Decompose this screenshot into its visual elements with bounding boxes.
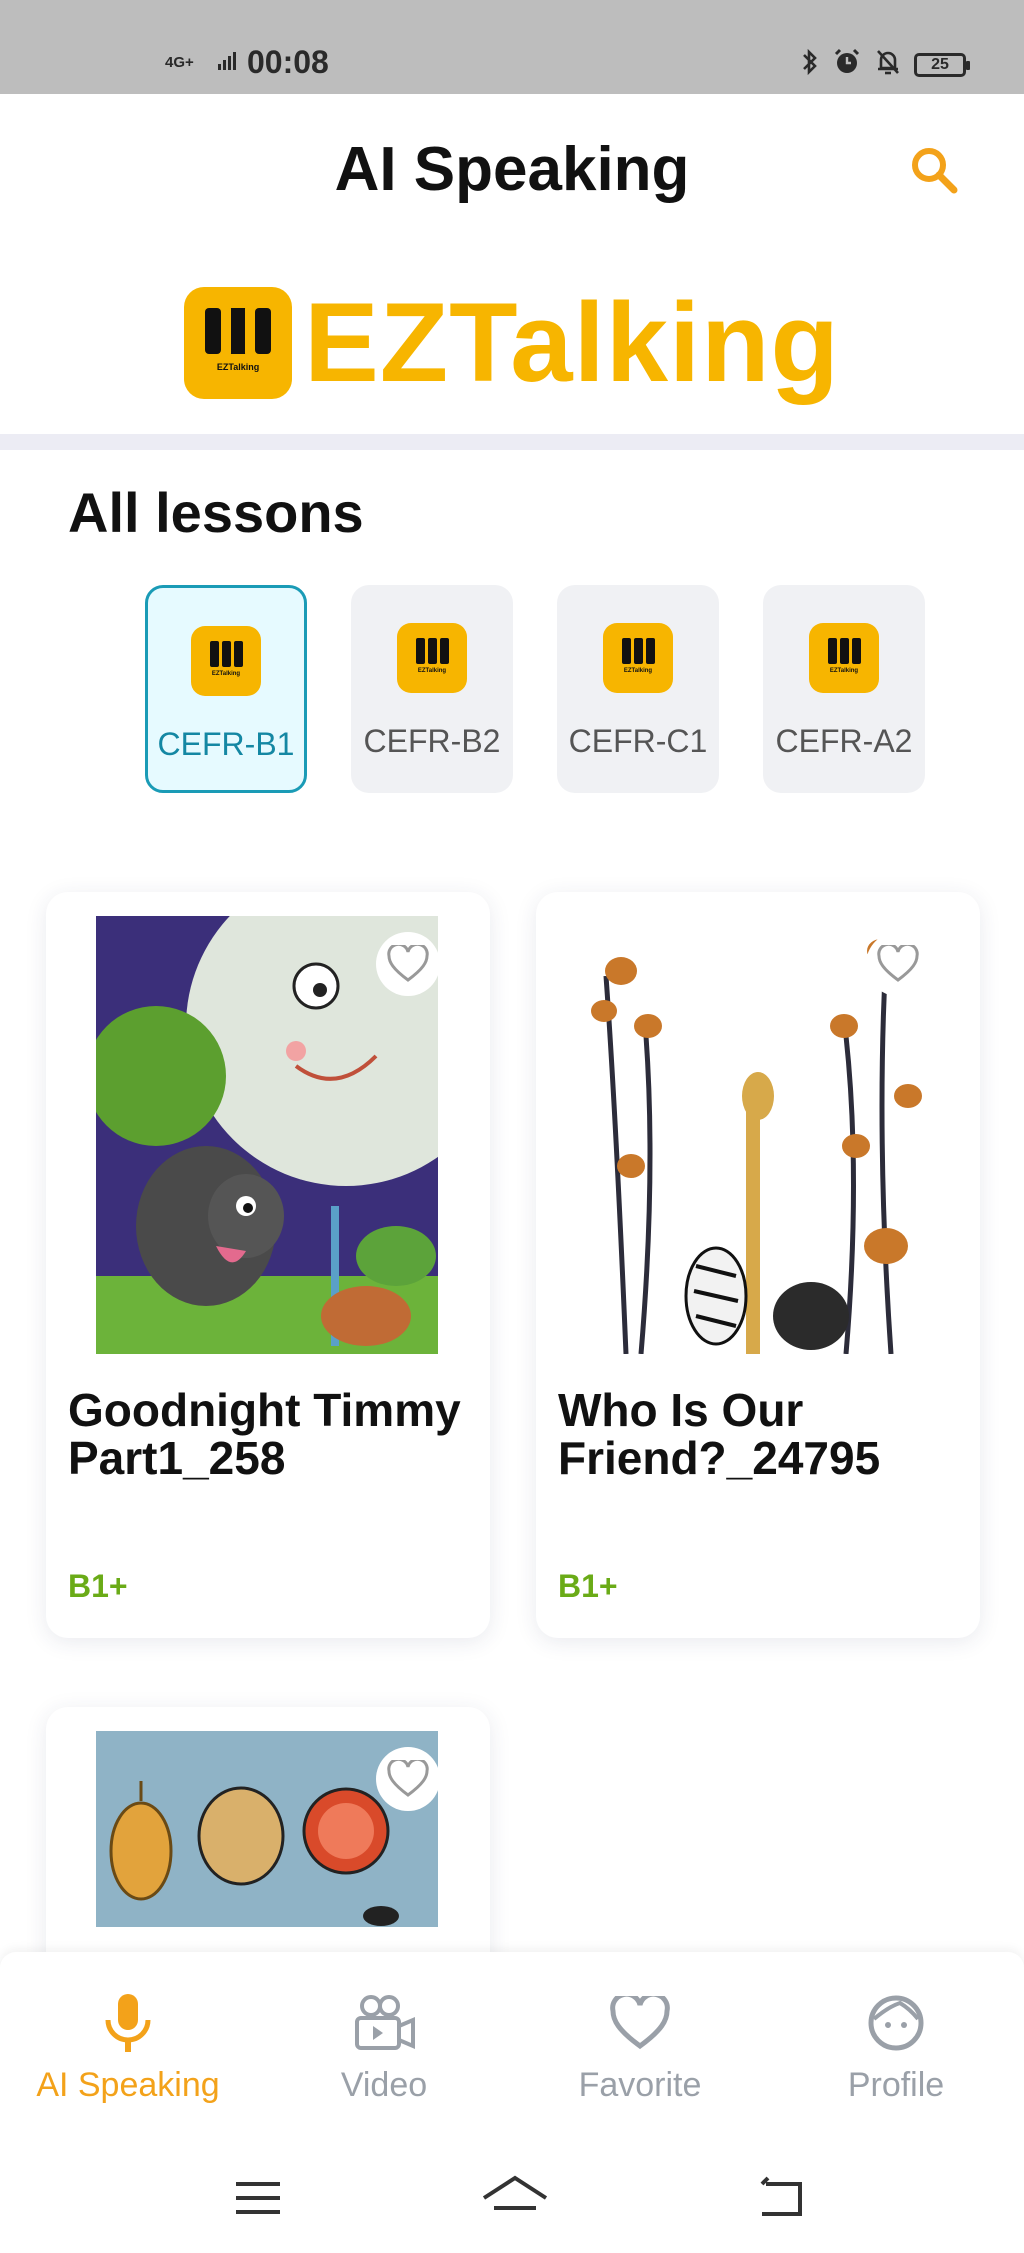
level-tab-cefr-b1[interactable]: EZTalking CEFR-B1 [145, 585, 307, 793]
status-left: 4G+ 00:08 [165, 44, 329, 81]
favorite-heart-icon[interactable] [376, 932, 440, 996]
lesson-title: Goodnight Timmy Part1_258 [68, 1384, 461, 1484]
bottom-navigation: AI Speaking Video Favorite Profile [0, 1952, 1024, 2138]
page-title: AI Speaking [334, 135, 690, 204]
level-logo-icon: EZTalking [809, 623, 879, 693]
face-icon [861, 1988, 931, 2058]
bluetooth-icon [800, 48, 820, 81]
clock: 00:08 [247, 44, 329, 80]
tab-label: Favorite [578, 2066, 702, 2104]
microphone-icon [93, 1988, 163, 2058]
system-navigation-bar [0, 2138, 1024, 2253]
level-tab-cefr-c1[interactable]: EZTalking CEFR-C1 [557, 585, 719, 793]
video-camera-icon [349, 1988, 419, 2058]
app-screen: 4G+ 00:08 25 AI Speaking EZTalking EZTal… [0, 0, 1024, 2253]
lesson-card[interactable]: Goodnight Timmy Part1_258 B1+ [46, 892, 490, 1638]
level-logo-icon: EZTalking [191, 626, 261, 696]
alarm-icon [832, 47, 862, 82]
tab-favorite[interactable]: Favorite [530, 1988, 750, 2105]
signal-icon [217, 49, 239, 76]
favorite-heart-icon[interactable] [376, 1747, 440, 1811]
tab-label: AI Speaking [36, 2066, 220, 2104]
heart-icon [605, 1988, 675, 2058]
level-label: CEFR-B1 [157, 726, 295, 762]
favorite-heart-icon[interactable] [866, 932, 930, 996]
level-label: CEFR-A2 [775, 723, 913, 759]
search-icon[interactable] [906, 142, 962, 198]
menu-icon[interactable] [228, 2168, 288, 2228]
mute-bell-icon [874, 47, 902, 82]
lesson-card[interactable]: Who Is Our Friend?_24795 B1+ [536, 892, 980, 1638]
network-indicator: 4G+ [165, 53, 194, 71]
level-label: CEFR-C1 [568, 723, 708, 759]
lesson-level-badge: B1+ [68, 1568, 128, 1604]
home-icon[interactable] [480, 2168, 548, 2228]
lesson-level-badge: B1+ [558, 1568, 618, 1604]
status-right: 25 [800, 47, 970, 82]
tab-label: Profile [847, 2066, 945, 2104]
tab-video[interactable]: Video [274, 1988, 494, 2105]
tab-ai-speaking[interactable]: AI Speaking [18, 1988, 238, 2105]
tab-profile[interactable]: Profile [786, 1988, 1006, 2105]
battery-indicator: 25 [914, 52, 970, 77]
logo-mini-text: EZTalking [216, 362, 260, 372]
lesson-title: Who Is Our Friend?_24795 [558, 1384, 881, 1484]
section-divider [0, 434, 1024, 450]
level-logo-icon: EZTalking [603, 623, 673, 693]
level-tab-cefr-b2[interactable]: EZTalking CEFR-B2 [351, 585, 513, 793]
level-tab-cefr-a2[interactable]: EZTalking CEFR-A2 [763, 585, 925, 793]
brand-logo: EZTalking EZTalking [0, 278, 1024, 408]
level-label: CEFR-B2 [363, 723, 501, 759]
tab-label: Video [340, 2066, 428, 2104]
logo-icon: EZTalking [184, 287, 293, 399]
app-header: AI Speaking [0, 94, 1024, 254]
logo-wordmark: EZTalking [304, 280, 840, 405]
status-bar: 4G+ 00:08 25 [0, 0, 1024, 94]
level-logo-icon: EZTalking [397, 623, 467, 693]
back-icon[interactable] [752, 2168, 812, 2228]
section-title: All lessons [68, 481, 364, 544]
level-filter: EZTalking CEFR-B1 EZTalking CEFR-B2 EZTa… [145, 585, 925, 793]
